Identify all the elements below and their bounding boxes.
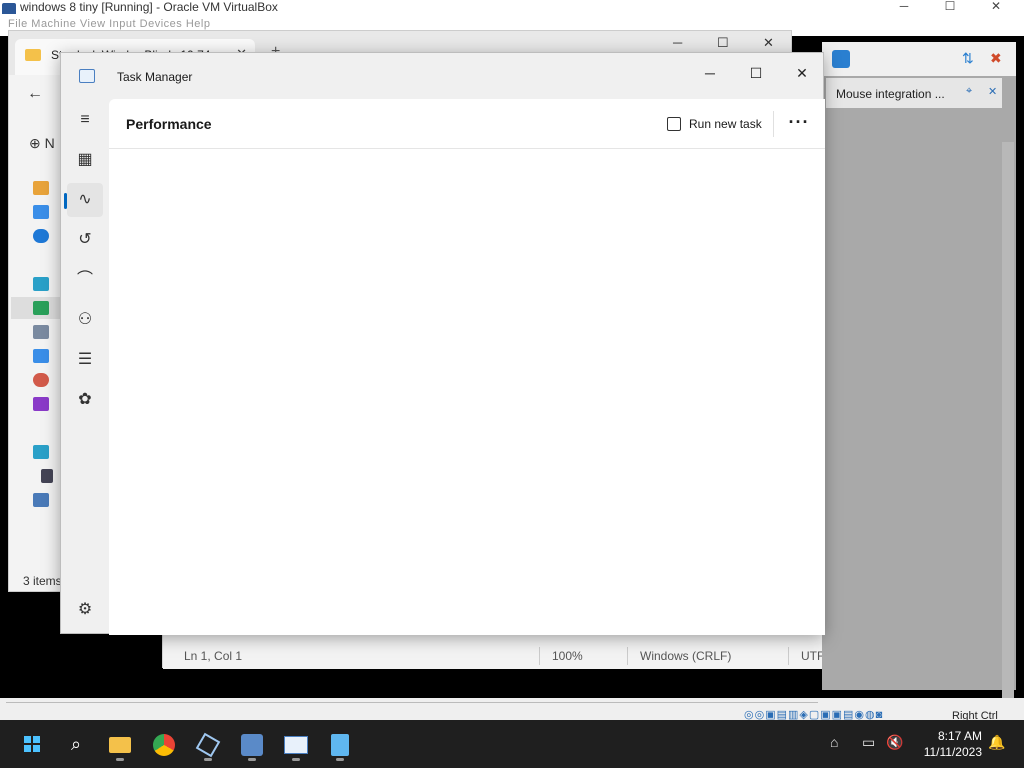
tray-overflow-icon[interactable]: ⌂ xyxy=(830,734,838,750)
sort-icon[interactable]: ⇅ xyxy=(962,50,974,67)
mouse-integration-icon: ⌖ xyxy=(966,85,973,97)
vbox-minimize-button[interactable]: ─ xyxy=(884,0,924,14)
run-new-task-button[interactable]: Run new task xyxy=(663,109,770,139)
search-icon[interactable]: ⌕ xyxy=(60,728,92,760)
virtualbox-taskbar-icon[interactable] xyxy=(192,728,224,761)
status-divider xyxy=(539,647,540,665)
vbox-notification-panel: ⇅ ✖ Mouse integration ... ⌖ ✕ xyxy=(822,42,1016,722)
startup-apps-icon[interactable]: ⌒ xyxy=(67,263,103,297)
run-new-task-label: Run new task xyxy=(689,117,762,131)
windows-logo-icon xyxy=(24,736,40,752)
vbox-menu-ghost: File Machine View Input Devices Help xyxy=(8,18,211,30)
processes-icon[interactable]: ▦ xyxy=(67,143,103,177)
status-divider xyxy=(627,647,628,665)
line-ending[interactable]: Windows (CRLF) xyxy=(640,649,731,663)
performance-pane: Performance Run new task ··· xyxy=(109,99,825,635)
hamburger-menu-icon[interactable]: ≡ xyxy=(67,103,103,137)
notepad-statusbar: Ln 1, Col 1 100% Windows (CRLF) UTF-8 xyxy=(163,643,917,669)
more-options-button[interactable]: ··· xyxy=(785,109,813,139)
start-button[interactable] xyxy=(16,728,48,760)
drive-icon[interactable] xyxy=(41,469,53,483)
system-clock[interactable]: 8:17 AM 11/11/2023 xyxy=(912,728,982,760)
tm-close-button[interactable]: ✕ xyxy=(779,58,825,88)
page-header: Performance Run new task ··· xyxy=(109,99,825,149)
running-indicator xyxy=(248,758,256,761)
vbox-window-title: windows 8 tiny [Running] - Oracle VM Vir… xyxy=(20,0,278,14)
run-task-icon xyxy=(667,117,681,131)
running-indicator xyxy=(204,758,212,761)
performance-icon[interactable]: ∿ xyxy=(67,183,103,217)
status-divider xyxy=(788,647,789,665)
desktop-icon[interactable] xyxy=(33,277,49,291)
videos-icon[interactable] xyxy=(33,397,49,411)
vbox-statusbar: ◎◎▣▤▥◈▢▣▣▤◉◍◙ Right Ctrl xyxy=(0,698,1024,722)
page-title: Performance xyxy=(126,116,212,132)
task-manager-app-icon xyxy=(79,69,95,83)
zoom-level[interactable]: 100% xyxy=(552,649,583,663)
tm-minimize-button[interactable]: ─ xyxy=(687,58,733,88)
header-divider xyxy=(773,111,774,137)
documents-icon[interactable] xyxy=(33,325,49,339)
notification-item[interactable]: Mouse integration ... ⌖ ✕ xyxy=(826,78,1002,108)
gallery-icon[interactable] xyxy=(33,205,49,219)
home-icon[interactable] xyxy=(33,181,49,195)
notepad-taskbar-icon[interactable] xyxy=(324,728,356,761)
pictures-icon[interactable] xyxy=(33,349,49,363)
file-explorer-taskbar-icon[interactable] xyxy=(104,728,136,761)
explorer-minimize-button[interactable]: ─ xyxy=(673,35,682,50)
task-manager-window: Task Manager ─ ☐ ✕ ≡ ▦ ∿ ↺ ⌒ ⚇ ☰ ✿ ⚙ Per… xyxy=(60,52,825,635)
explorer-status-items: 3 items xyxy=(23,574,62,588)
new-button[interactable]: ⊕ N xyxy=(29,135,55,152)
notification-text: Mouse integration ... xyxy=(836,87,945,101)
volume-muted-icon[interactable]: 🔇 xyxy=(886,734,903,751)
network-icon[interactable] xyxy=(33,493,49,507)
windowblinds-icon[interactable] xyxy=(236,728,268,761)
explorer-close-button[interactable]: ✕ xyxy=(763,35,774,51)
active-indicator xyxy=(64,193,67,209)
cursor-position: Ln 1, Col 1 xyxy=(184,649,243,663)
music-icon[interactable] xyxy=(33,373,49,387)
panel-header: ⇅ ✖ xyxy=(822,42,1016,76)
statusbar-divider xyxy=(6,702,818,703)
notification-center-icon[interactable] xyxy=(832,50,850,68)
clock-time: 8:17 AM xyxy=(937,729,982,743)
downloads-icon[interactable] xyxy=(33,301,49,315)
users-icon[interactable]: ⚇ xyxy=(67,303,103,337)
clock-date: 11/11/2023 xyxy=(923,745,982,759)
running-indicator xyxy=(116,758,124,761)
explorer-maximize-button[interactable]: ☐ xyxy=(717,35,729,51)
dismiss-icon[interactable]: ✕ xyxy=(988,85,997,98)
folder-icon xyxy=(25,49,41,61)
tm-maximize-button[interactable]: ☐ xyxy=(733,58,779,88)
vbox-maximize-button[interactable]: ☐ xyxy=(930,0,970,14)
chrome-icon[interactable] xyxy=(148,728,180,760)
running-indicator xyxy=(336,758,344,761)
running-indicator xyxy=(292,758,300,761)
delete-all-icon[interactable]: ✖ xyxy=(990,50,1002,67)
task-manager-title: Task Manager xyxy=(117,70,193,84)
this-pc-icon[interactable] xyxy=(33,445,49,459)
services-icon[interactable]: ✿ xyxy=(67,383,103,417)
vbox-close-button[interactable]: ✕ xyxy=(976,0,1016,14)
settings-icon[interactable]: ⚙ xyxy=(67,593,103,627)
onedrive-icon[interactable] xyxy=(33,229,49,243)
new-label: N xyxy=(44,135,55,151)
task-manager-taskbar-icon[interactable] xyxy=(280,728,312,761)
network-tray-icon[interactable]: ▭ xyxy=(862,734,875,751)
taskbar: ⌕ ⌂ ▭ 🔇 8:17 AM 11/11/2023 🔔 xyxy=(0,720,1024,768)
notification-bell-icon[interactable]: 🔔 xyxy=(988,734,1005,751)
navigation-rail: ≡ ▦ ∿ ↺ ⌒ ⚇ ☰ ✿ ⚙ xyxy=(61,93,109,633)
details-icon[interactable]: ☰ xyxy=(67,343,103,377)
panel-scrollbar[interactable] xyxy=(1002,142,1014,722)
back-arrow-icon[interactable]: ← xyxy=(27,85,43,103)
app-history-icon[interactable]: ↺ xyxy=(67,223,103,257)
